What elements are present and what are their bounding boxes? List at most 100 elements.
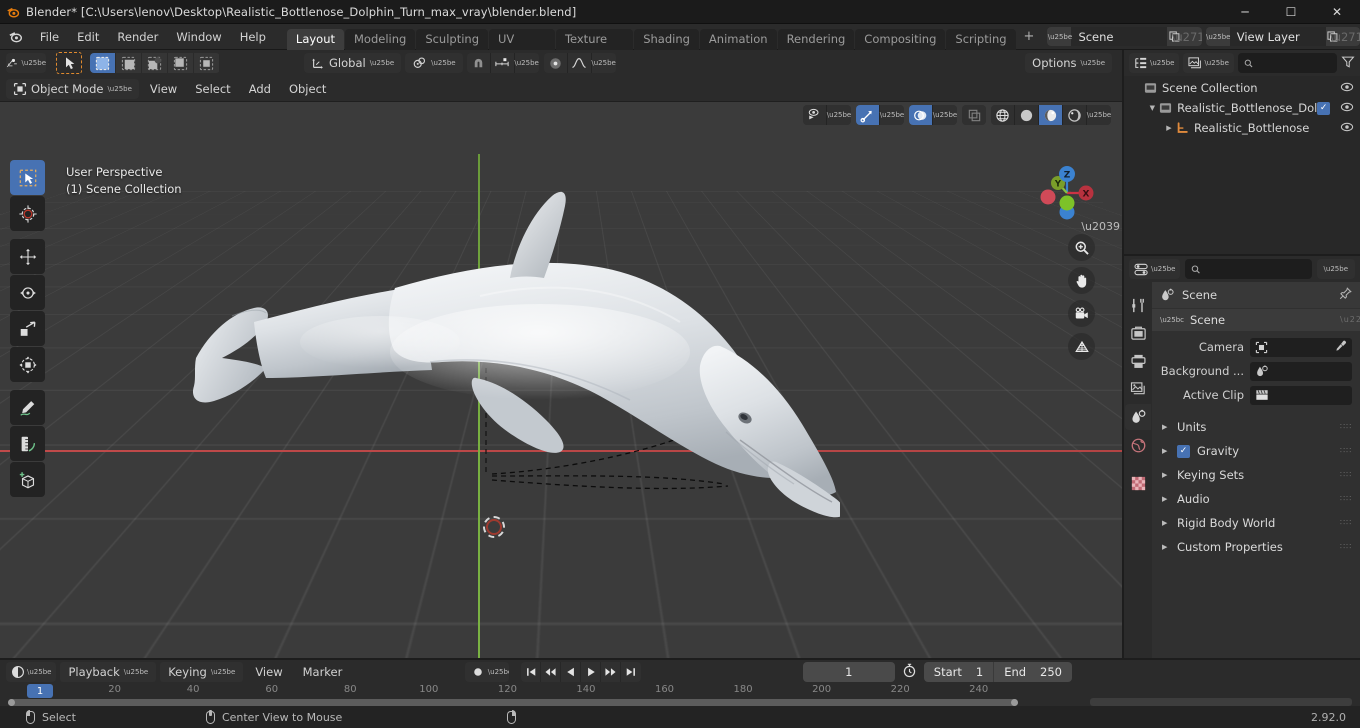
- viewport-menu-select[interactable]: Select: [188, 79, 237, 99]
- property-section-gravity[interactable]: ▶ ✓ Gravity ∷∷: [1152, 439, 1360, 463]
- tab-render[interactable]: [1125, 320, 1151, 346]
- jump-to-start-button[interactable]: [521, 662, 541, 682]
- solid-shading-icon[interactable]: [1015, 105, 1039, 125]
- workspace-tab-animation[interactable]: Animation: [699, 28, 777, 50]
- toggle-orthographic-icon[interactable]: [1068, 333, 1095, 360]
- wireframe-shading-icon[interactable]: [991, 105, 1015, 125]
- snap-magnet-icon[interactable]: [467, 53, 491, 73]
- section-expand-triangle[interactable]: ▶: [1162, 423, 1170, 431]
- select-intersect-button[interactable]: [194, 53, 220, 73]
- gizmo-dropdown-icon[interactable]: \u25be: [880, 105, 904, 125]
- keying-menu[interactable]: Keying \u25be: [160, 662, 244, 682]
- timeline-view-menu[interactable]: View: [247, 662, 290, 682]
- start-frame-field[interactable]: Start 1: [924, 662, 995, 682]
- current-frame-field[interactable]: 1: [802, 662, 895, 682]
- use-preview-range-icon[interactable]: [899, 663, 920, 681]
- viewport-menu-add[interactable]: Add: [242, 79, 278, 99]
- tool-move[interactable]: [10, 239, 45, 274]
- jump-to-next-keyframe-button[interactable]: [601, 662, 621, 682]
- dolphin-mesh[interactable]: [180, 182, 840, 542]
- eyedropper-icon[interactable]: [1335, 340, 1347, 355]
- property-section-custom-properties[interactable]: ▶ Custom Properties ∷∷: [1152, 535, 1360, 559]
- pin-icon[interactable]: [1339, 287, 1352, 303]
- select-extend-button[interactable]: [116, 53, 142, 73]
- camera-view-icon[interactable]: [1068, 300, 1095, 327]
- tab-output[interactable]: [1125, 348, 1151, 374]
- tab-texture[interactable]: [1125, 470, 1151, 496]
- snap-dropdown-icon[interactable]: \u25be: [514, 53, 538, 73]
- property-section-keying-sets[interactable]: ▶ Keying Sets ∷∷: [1152, 463, 1360, 487]
- section-expand-triangle[interactable]: ▶: [1162, 471, 1170, 479]
- timeline-ruler[interactable]: 1 20 40 60 80 100 120 140 160 180 200 220 240: [0, 684, 1360, 698]
- property-section-rigid-body-world[interactable]: ▶ Rigid Body World ∷∷: [1152, 511, 1360, 535]
- select-set-button[interactable]: [90, 53, 116, 73]
- properties-options-button[interactable]: \u25be: [1316, 259, 1355, 279]
- object-visibility-icon[interactable]: [803, 105, 827, 125]
- outliner-filter-icon[interactable]: [1341, 55, 1355, 72]
- falloff-dropdown-icon[interactable]: \u25be: [591, 53, 615, 73]
- play-button[interactable]: [581, 662, 601, 682]
- snap-increment-icon[interactable]: [491, 53, 515, 73]
- outliner-eye-icon[interactable]: [1340, 101, 1354, 116]
- viewport-canvas[interactable]: User Perspective (1) Scene Collection Z …: [0, 102, 1122, 658]
- tool-measure[interactable]: [10, 426, 45, 461]
- outliner-eye-icon[interactable]: [1340, 121, 1354, 136]
- section-checkbox[interactable]: ✓: [1177, 444, 1190, 458]
- workspace-tab-rendering[interactable]: Rendering: [777, 28, 855, 50]
- section-expand-triangle[interactable]: ▶: [1162, 519, 1170, 527]
- property-value-field[interactable]: [1250, 337, 1352, 357]
- tool-add-cube[interactable]: [10, 462, 45, 497]
- menu-window[interactable]: Window: [167, 27, 230, 47]
- proportional-edit-icon[interactable]: [544, 53, 568, 73]
- scrollbar-handle-left[interactable]: [8, 699, 15, 706]
- viewport-menu-object[interactable]: Object: [282, 79, 333, 99]
- workspace-tab-compositing[interactable]: Compositing: [855, 28, 946, 50]
- workspace-tab-layout[interactable]: Layout: [286, 28, 344, 50]
- outliner-row[interactable]: ▶ Realistic_Bottlenose: [1124, 118, 1360, 138]
- material-preview-shading-icon[interactable]: [1039, 105, 1063, 125]
- end-frame-field[interactable]: End 250: [994, 662, 1072, 682]
- overlay-dropdown-icon[interactable]: \u25be: [933, 105, 957, 125]
- select-subtract-button[interactable]: [142, 53, 168, 73]
- timeline-scrollbar[interactable]: [0, 698, 1360, 706]
- timeline-marker-menu[interactable]: Marker: [295, 662, 351, 682]
- visibility-dropdown-icon[interactable]: \u25be: [827, 105, 851, 125]
- tab-tool[interactable]: [1125, 292, 1151, 318]
- minimize-button[interactable]: ─: [1222, 0, 1268, 24]
- tool-rotate[interactable]: [10, 275, 45, 310]
- snap-pivot-selector[interactable]: \u25be: [405, 53, 463, 73]
- outliner-editor-type-button[interactable]: \u25be: [1129, 53, 1180, 73]
- show-overlays-icon[interactable]: [909, 105, 933, 125]
- scrollbar-track[interactable]: [8, 699, 1018, 706]
- falloff-curve-icon[interactable]: [568, 53, 592, 73]
- menu-help[interactable]: Help: [231, 27, 275, 47]
- navigation-gizmo[interactable]: Z Y X: [1034, 160, 1100, 226]
- blender-menu-icon[interactable]: [0, 29, 31, 44]
- zoom-icon[interactable]: [1068, 234, 1095, 261]
- jump-to-end-button[interactable]: [621, 662, 641, 682]
- play-reverse-button[interactable]: [561, 662, 581, 682]
- outliner-row[interactable]: ▼ Realistic_Bottlenose_Dol ✓: [1124, 98, 1360, 118]
- workspace-tab-sculpting[interactable]: Sculpting: [416, 28, 489, 50]
- property-value-field[interactable]: [1250, 385, 1352, 405]
- section-expand-triangle[interactable]: ▶: [1162, 495, 1170, 503]
- playback-menu[interactable]: Playback \u25be: [60, 662, 157, 682]
- viewport-menu-view[interactable]: View: [143, 79, 184, 99]
- close-button[interactable]: ✕: [1314, 0, 1360, 24]
- section-expand-triangle[interactable]: ▶: [1162, 447, 1170, 455]
- tab-world[interactable]: [1125, 432, 1151, 458]
- xray-toggle-icon[interactable]: [962, 105, 986, 125]
- properties-search-field[interactable]: [1206, 262, 1306, 276]
- tool-scale[interactable]: [10, 311, 45, 346]
- section-expand-triangle[interactable]: ▶: [1162, 543, 1170, 551]
- scrollbar-handle-right[interactable]: [1011, 699, 1018, 706]
- outliner-display-mode-button[interactable]: \u25be: [1183, 53, 1234, 73]
- transform-orientation-selector[interactable]: Global \u25be: [304, 53, 402, 73]
- outliner-search-input[interactable]: [1237, 53, 1337, 73]
- jump-to-prev-keyframe-button[interactable]: [541, 662, 561, 682]
- properties-editor-type-button[interactable]: \u25be: [1129, 259, 1181, 279]
- add-workspace-button[interactable]: +: [1017, 26, 1042, 47]
- outliner-checkbox[interactable]: ✓: [1317, 101, 1330, 115]
- outliner-search-field[interactable]: [1258, 56, 1331, 70]
- tab-view-layer[interactable]: [1125, 376, 1151, 402]
